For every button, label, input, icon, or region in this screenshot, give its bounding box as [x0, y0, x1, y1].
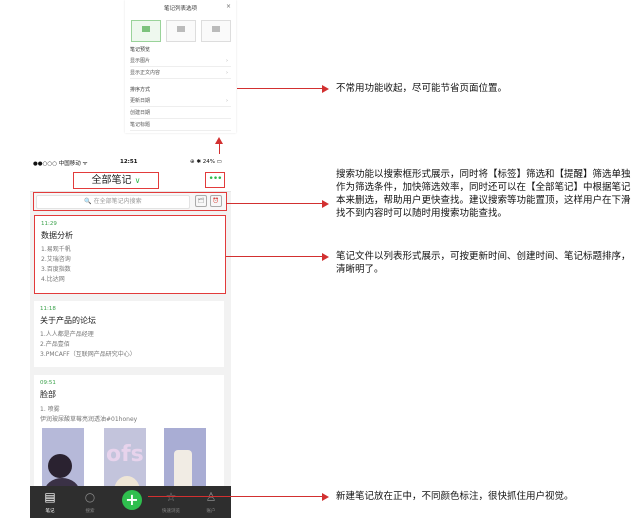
option-label: 创建日期 — [130, 110, 151, 116]
annotation-list: 笔记文件以列表形式展示，可按更新时间、创建时间、笔记标题排序，清晰明了。 — [336, 251, 631, 275]
note-line: 2.艾瑞咨询 — [41, 256, 71, 263]
arrow-head-1 — [322, 85, 329, 93]
note-line: 3.PMCAFF（互联网产品研究中心） — [40, 351, 136, 358]
search-area: 🔍 在全部笔记内搜索 🗂 ⏰ — [33, 192, 227, 211]
arrow-line-3 — [226, 256, 323, 257]
all-notes-dropdown[interactable]: 全部笔记 ∨ — [73, 172, 159, 189]
phone-screen: ●●○○○ 中国移动 ᯤ 12:51 ⊕ ✱ 24% ▭ 全部笔记 ∨ ••• … — [30, 157, 231, 518]
sort-section-label: 排序方式 — [130, 87, 151, 93]
search-icon: ○ — [84, 490, 96, 504]
clock: 12:51 — [120, 159, 138, 165]
tab-label: 搜索 — [85, 509, 95, 514]
close-icon[interactable]: × — [226, 3, 231, 10]
note-time: 11:29 — [41, 221, 57, 227]
note-card[interactable]: 11:29 数据分析 1.易观千帆 2.艾瑞咨询 3.百度指数 4.比达网 — [34, 215, 226, 294]
user-icon: ♙ — [205, 490, 217, 504]
options-panel-title: 笔记列表选项 — [163, 6, 197, 12]
nav-bar: 全部笔记 ∨ ••• — [30, 169, 231, 192]
note-list-options-panel: 笔记列表选项 × 笔记预览 显示图片 › 显示正文内容 › 排序方式 更新日期 › 创… — [125, 0, 236, 133]
show-content-option[interactable]: 显示正文内容 › — [130, 68, 231, 79]
carrier-label: ●●○○○ 中国移动 ᯤ — [33, 161, 88, 167]
option-label: 显示图片 — [130, 58, 151, 64]
chevron-right-icon: › — [226, 70, 228, 76]
note-line: 1. 喷雾 — [40, 406, 60, 413]
option-label: 显示正文内容 — [130, 70, 161, 76]
annotation-search: 搜索功能以搜索框形式展示，同时将【标签】筛选和【提醒】筛选单独作为筛选条件，加快… — [336, 169, 631, 219]
view-compact-button[interactable] — [201, 20, 231, 42]
star-icon: ☆ — [165, 490, 177, 504]
sort-title-option[interactable]: 笔记标题 — [130, 120, 231, 131]
arrow-line-2 — [226, 203, 323, 204]
tab-label: 账户 — [206, 509, 216, 514]
note-time: 09:51 — [40, 380, 56, 386]
note-card[interactable]: 11:18 关于产品的论坛 1.人人都是产品经理 2.产品壹佰 3.PMCAFF… — [34, 301, 224, 367]
new-note-button[interactable]: + — [122, 490, 142, 510]
arrow-line-4 — [148, 496, 323, 497]
compact-view-icon — [212, 26, 220, 32]
tab-notes[interactable]: ▤ 笔记 — [30, 486, 70, 518]
preview-section-label: 笔记预览 — [130, 47, 151, 53]
tag-filter-icon[interactable]: 🗂 — [195, 195, 207, 207]
note-title: 关于产品的论坛 — [40, 316, 96, 325]
tab-label: 快速浏览 — [162, 509, 180, 514]
note-title: 脸部 — [40, 390, 56, 399]
arrow-line-1 — [237, 88, 323, 89]
battery-status: ⊕ ✱ 24% ▭ — [190, 159, 222, 165]
show-image-option[interactable]: 显示图片 › — [130, 56, 231, 67]
tab-shortcuts[interactable]: ☆ 快速浏览 — [151, 486, 191, 518]
arrow-up-line — [219, 143, 220, 154]
reminder-filter-icon[interactable]: ⏰ — [210, 195, 222, 207]
note-line: 伊润玻尿酸草莓亮润透油#01honey — [40, 416, 138, 423]
arrow-head-4 — [322, 493, 329, 501]
annotation-collapse: 不常用功能收起，尽可能节省页面位置。 — [336, 83, 508, 94]
view-card-button[interactable] — [166, 20, 196, 42]
arrow-head-2 — [322, 200, 329, 208]
note-line: 2.产品壹佰 — [40, 341, 70, 348]
option-label: 更新日期 — [130, 98, 151, 104]
tab-label: 笔记 — [45, 509, 55, 514]
notes-icon: ▤ — [44, 490, 56, 504]
view-list-button[interactable] — [131, 20, 161, 42]
annotation-new-note: 新建笔记放在正中，不同颜色标注，很快抓住用户视觉。 — [336, 491, 574, 502]
chevron-down-icon: ∨ — [134, 176, 141, 185]
sort-created-option[interactable]: 创建日期 — [130, 108, 231, 119]
tab-account[interactable]: ♙ 账户 — [191, 486, 231, 518]
option-label: 笔记标题 — [130, 122, 151, 128]
more-options-button[interactable]: ••• — [205, 172, 225, 188]
status-bar: ●●○○○ 中国移动 ᯤ 12:51 ⊕ ✱ 24% ▭ — [30, 157, 231, 169]
tab-search[interactable]: ○ 搜索 — [70, 486, 110, 518]
note-line: 1.易观千帆 — [41, 246, 71, 253]
note-time: 11:18 — [40, 306, 56, 312]
card-view-icon — [177, 26, 185, 32]
note-line: 1.人人都是产品经理 — [40, 331, 94, 338]
nav-title: 全部笔记 — [91, 175, 132, 186]
note-title: 数据分析 — [41, 231, 73, 240]
note-line: 3.百度指数 — [41, 266, 71, 273]
chevron-right-icon: › — [226, 58, 228, 64]
list-view-icon — [142, 26, 150, 32]
sort-updated-option[interactable]: 更新日期 › — [130, 96, 231, 107]
search-input[interactable]: 🔍 在全部笔记内搜索 — [36, 195, 190, 209]
arrow-head-3 — [322, 253, 329, 261]
check-icon: › — [226, 98, 228, 104]
arrow-up-head — [215, 137, 223, 144]
note-line: 4.比达网 — [41, 276, 65, 283]
